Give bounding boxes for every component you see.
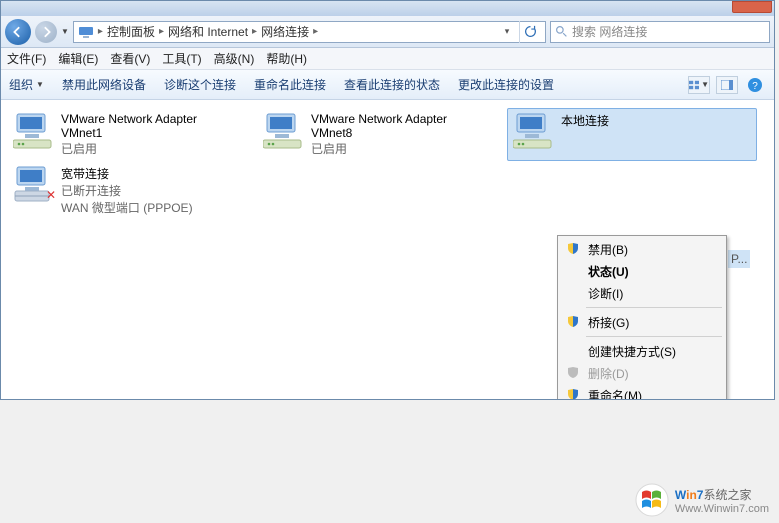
toolbar-status[interactable]: 查看此连接的状态 [344, 76, 440, 93]
network-icon [78, 24, 94, 40]
item-status: 已启用 [311, 140, 447, 157]
nic-icon [263, 112, 305, 152]
ctx-rename[interactable]: 重命名(M) [560, 384, 724, 399]
menu-help[interactable]: 帮助(H) [266, 50, 307, 67]
breadcrumb-item[interactable]: 控制面板 [107, 23, 155, 40]
help-icon: ? [747, 77, 763, 93]
windows-logo-icon [635, 483, 669, 517]
toolbar-organize[interactable]: 组织 ▼ [9, 76, 44, 93]
ctx-bridge[interactable]: 桥接(G) [560, 311, 724, 333]
preview-pane-button[interactable] [716, 76, 738, 94]
watermark: Win7系统之家 Www.Winwin7.com [635, 483, 769, 517]
watermark-title: Win7系统之家 [675, 486, 769, 503]
ctx-delete: 删除(D) [560, 362, 724, 384]
menu-separator [586, 336, 722, 337]
content-pane: VMware Network Adapter VMnet1 已启用 VMware… [1, 100, 774, 399]
arrow-right-icon [40, 26, 52, 38]
toolbar-disable[interactable]: 禁用此网络设备 [62, 76, 146, 93]
item-status: 已启用 [61, 140, 197, 157]
item-subtitle: VMnet1 [61, 126, 197, 140]
view-options-button[interactable]: ▼ [688, 76, 710, 94]
explorer-window: ▼ ▸ 控制面板 ▸ 网络和 Internet ▸ 网络连接 ▸ ▾ 搜索 网络… [0, 0, 775, 400]
ctx-diagnose[interactable]: 诊断(I) [560, 282, 724, 304]
ctx-shortcut[interactable]: 创建快捷方式(S) [560, 340, 724, 362]
arrow-left-icon [12, 26, 24, 38]
close-button[interactable] [732, 1, 772, 13]
shield-icon [564, 366, 582, 380]
search-icon [555, 25, 568, 38]
menu-bar: 文件(F) 编辑(E) 查看(V) 工具(T) 高级(N) 帮助(H) [1, 48, 774, 70]
connection-item[interactable]: VMware Network Adapter VMnet8 已启用 [257, 108, 507, 161]
breadcrumb-sep-icon: ▸ [98, 26, 103, 37]
nic-icon [513, 112, 555, 152]
shield-icon [564, 315, 582, 329]
title-bar [1, 1, 774, 16]
toolbar-change[interactable]: 更改此连接的设置 [458, 76, 554, 93]
menu-edit[interactable]: 编辑(E) [58, 50, 98, 67]
forward-button[interactable] [35, 21, 57, 43]
back-button[interactable] [5, 19, 31, 45]
shield-icon [564, 388, 582, 399]
menu-separator [586, 307, 722, 308]
breadcrumb-item[interactable]: 网络和 Internet [168, 23, 248, 40]
menu-view[interactable]: 查看(V) [110, 50, 150, 67]
item-detail: WAN 微型端口 (PPPOE) [61, 199, 193, 216]
item-status: 已断开连接 [61, 182, 193, 199]
item-title: VMware Network Adapter [61, 112, 197, 126]
breadcrumb-sep-icon: ▸ [313, 26, 318, 37]
pane-icon [721, 80, 733, 90]
truncated-label: P... [728, 250, 750, 268]
item-title: 本地连接 [561, 112, 609, 129]
toolbar: 组织 ▼ 禁用此网络设备 诊断这个连接 重命名此连接 查看此连接的状态 更改此连… [1, 70, 774, 100]
toolbar-diagnose[interactable]: 诊断这个连接 [164, 76, 236, 93]
menu-tools[interactable]: 工具(T) [162, 50, 201, 67]
search-box[interactable]: 搜索 网络连接 [550, 21, 770, 43]
breadcrumb-sep-icon: ▸ [159, 26, 164, 37]
address-dropdown-icon[interactable]: ▾ [499, 26, 515, 37]
item-title: VMware Network Adapter [311, 112, 447, 126]
refresh-icon [524, 25, 537, 38]
shield-icon [564, 242, 582, 256]
item-subtitle: VMnet8 [311, 126, 447, 140]
connection-item[interactable]: VMware Network Adapter VMnet1 已启用 [7, 108, 257, 161]
menu-file[interactable]: 文件(F) [7, 50, 46, 67]
toolbar-rename[interactable]: 重命名此连接 [254, 76, 326, 93]
breadcrumb-sep-icon: ▸ [252, 26, 257, 37]
svg-text:✕: ✕ [46, 188, 55, 202]
nic-icon [13, 112, 55, 152]
view-icon [689, 80, 699, 90]
ctx-status[interactable]: 状态(U) [560, 260, 724, 282]
menu-advanced[interactable]: 高级(N) [214, 50, 255, 67]
breadcrumb-item[interactable]: 网络连接 [261, 23, 309, 40]
connection-item[interactable]: ✕ 宽带连接 已断开连接 WAN 微型端口 (PPPOE) [7, 161, 257, 220]
svg-text:?: ? [752, 81, 758, 92]
address-bar[interactable]: ▸ 控制面板 ▸ 网络和 Internet ▸ 网络连接 ▸ ▾ [73, 21, 546, 43]
ctx-disable[interactable]: 禁用(B) [560, 238, 724, 260]
history-dropdown[interactable]: ▼ [61, 27, 69, 36]
help-button[interactable]: ? [744, 76, 766, 94]
item-title: 宽带连接 [61, 165, 193, 182]
address-row: ▼ ▸ 控制面板 ▸ 网络和 Internet ▸ 网络连接 ▸ ▾ 搜索 网络… [1, 16, 774, 48]
context-menu: 禁用(B) 状态(U) 诊断(I) 桥接(G) 创建快捷方式(S) 删除(D) [557, 235, 727, 399]
refresh-button[interactable] [519, 21, 541, 43]
connection-item-selected[interactable]: 本地连接 [507, 108, 757, 161]
nic-icon: ✕ [13, 165, 55, 205]
search-placeholder: 搜索 网络连接 [572, 23, 647, 40]
watermark-url: Www.Winwin7.com [675, 503, 769, 515]
